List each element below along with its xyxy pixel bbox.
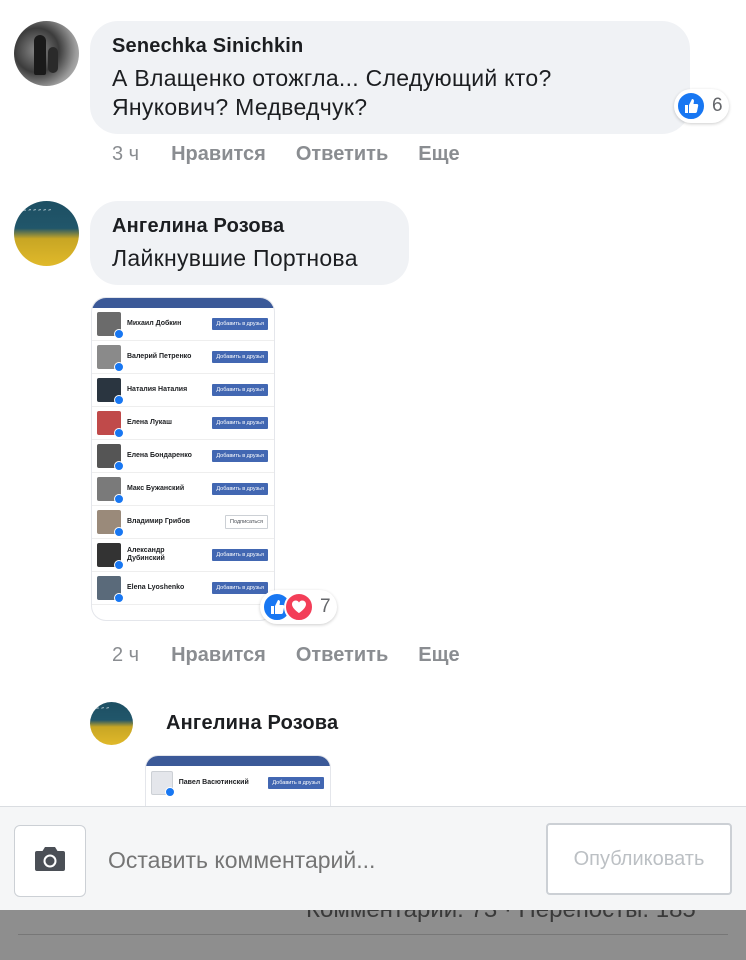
friend-name: Михаил Добкин	[127, 320, 182, 327]
friend-avatar	[97, 312, 124, 339]
like-button[interactable]: Нравится	[171, 644, 266, 667]
friend-avatar	[97, 411, 124, 438]
add-friend-button: Добавить в друзья	[212, 417, 268, 429]
timestamp[interactable]: 3 ч	[112, 143, 139, 166]
reaction-summary[interactable]: 6	[674, 89, 729, 123]
add-friend-button: Добавить в друзья	[212, 351, 268, 363]
friend-avatar	[97, 477, 124, 504]
comment-composer: Опубликовать	[0, 806, 746, 910]
image-friend-list: Михаил Добкин Добавить в друзья Валерий Пе…	[92, 308, 274, 605]
friend-avatar	[97, 378, 124, 405]
image-friend-row: Elena Lyoshenko Добавить в друзья	[92, 572, 274, 605]
reply-avatar[interactable]: “ ” ”	[90, 702, 133, 745]
comment-bubble: Senechka Sinichkin А Влащенко отожгла...…	[90, 21, 690, 134]
image-friend-row: Елена Бондаренко Добавить в друзья	[92, 440, 274, 473]
add-friend-button: Добавить в друзья	[212, 384, 268, 396]
more-button[interactable]: Еще	[418, 143, 459, 166]
comment-bubble: Ангелина Розова Лайкнувшие Портнова	[90, 201, 409, 285]
image-friend-row: Павел Васютинский Добавить в друзья	[146, 766, 330, 799]
avatar-angelina[interactable]: “ ” ” ” ” ”	[14, 201, 79, 266]
avatar-senechka[interactable]	[14, 21, 79, 86]
comment-author[interactable]: Ангелина Розова	[112, 215, 387, 238]
attached-image[interactable]: Михаил Добкин Добавить в друзья Валерий Пе…	[92, 298, 274, 620]
more-button[interactable]: Еще	[418, 644, 459, 667]
comment-input[interactable]	[108, 847, 528, 874]
comment-text: Лайкнувшие Портнова	[112, 245, 358, 271]
friend-name: Павел Васютинский	[178, 778, 249, 786]
image-friend-row: Макс Бужанский Добавить в друзья	[92, 473, 274, 506]
friend-name: Макс Бужанский	[127, 485, 185, 492]
friend-name: Владимир Грибов	[127, 518, 191, 525]
comment-actions: 2 ч Нравится Ответить Еще	[112, 644, 490, 667]
image-friend-row: Елена Лукаш Добавить в друзья	[92, 407, 274, 440]
friend-name: Валерий Петренко	[127, 353, 192, 360]
reaction-count: 6	[712, 95, 723, 116]
add-friend-button: Добавить в друзья	[268, 776, 324, 789]
love-icon	[284, 592, 314, 622]
camera-button[interactable]	[14, 825, 86, 897]
friend-name: Елена Бондаренко	[127, 452, 192, 459]
add-friend-button: Добавить в друзья	[212, 450, 268, 462]
friend-avatar	[97, 510, 124, 537]
add-friend-button: Добавить в друзья	[212, 318, 268, 330]
add-friend-button: Добавить в друзья	[212, 582, 268, 594]
friend-avatar	[97, 345, 124, 372]
background-page: Комментарии: 73 · Перепосты: 185	[0, 910, 746, 960]
like-button[interactable]: Нравится	[171, 143, 266, 166]
follow-button: Подписаться	[225, 515, 268, 529]
image-friend-row: Александр Дубинский Добавить в друзья	[92, 539, 274, 572]
friend-avatar	[97, 576, 124, 603]
friend-name: Elena Lyoshenko	[127, 584, 185, 591]
reply-attached-image[interactable]: Павел Васютинский Добавить в друзья	[146, 756, 330, 808]
reaction-count: 7	[320, 596, 331, 617]
friend-name: Александр Дубинский	[127, 547, 165, 562]
friend-avatar	[97, 543, 124, 570]
image-friend-row: Валерий Петренко Добавить в друзья	[92, 341, 274, 374]
divider	[18, 934, 728, 935]
camera-icon	[34, 846, 66, 877]
friend-avatar	[97, 444, 124, 471]
reply-button[interactable]: Ответить	[296, 644, 388, 667]
comment-text: А Влащенко отожгла... Следующий кто? Яну…	[112, 65, 552, 120]
friend-avatar	[151, 770, 175, 797]
reply-author[interactable]: Ангелина Розова	[166, 712, 338, 735]
friend-name: Елена Лукаш	[127, 419, 173, 426]
image-friend-row: Наталия Наталия Добавить в друзья	[92, 374, 274, 407]
image-status-bar	[92, 298, 274, 308]
friend-name: Наталия Наталия	[127, 386, 188, 393]
comment-actions: 3 ч Нравится Ответить Еще	[112, 143, 490, 166]
post-stats: Комментарии: 73 · Перепосты: 185	[306, 910, 696, 924]
add-friend-button: Добавить в друзья	[212, 549, 268, 561]
timestamp[interactable]: 2 ч	[112, 644, 139, 667]
reply-button[interactable]: Ответить	[296, 143, 388, 166]
like-icon	[676, 91, 706, 121]
publish-button[interactable]: Опубликовать	[546, 823, 732, 895]
image-friend-row: Михаил Добкин Добавить в друзья	[92, 308, 274, 341]
reaction-summary[interactable]: 7	[260, 590, 337, 624]
add-friend-button: Добавить в друзья	[212, 483, 268, 495]
image-friend-row: Владимир Грибов Подписаться	[92, 506, 274, 539]
comment-author[interactable]: Senechka Sinichkin	[112, 35, 668, 58]
